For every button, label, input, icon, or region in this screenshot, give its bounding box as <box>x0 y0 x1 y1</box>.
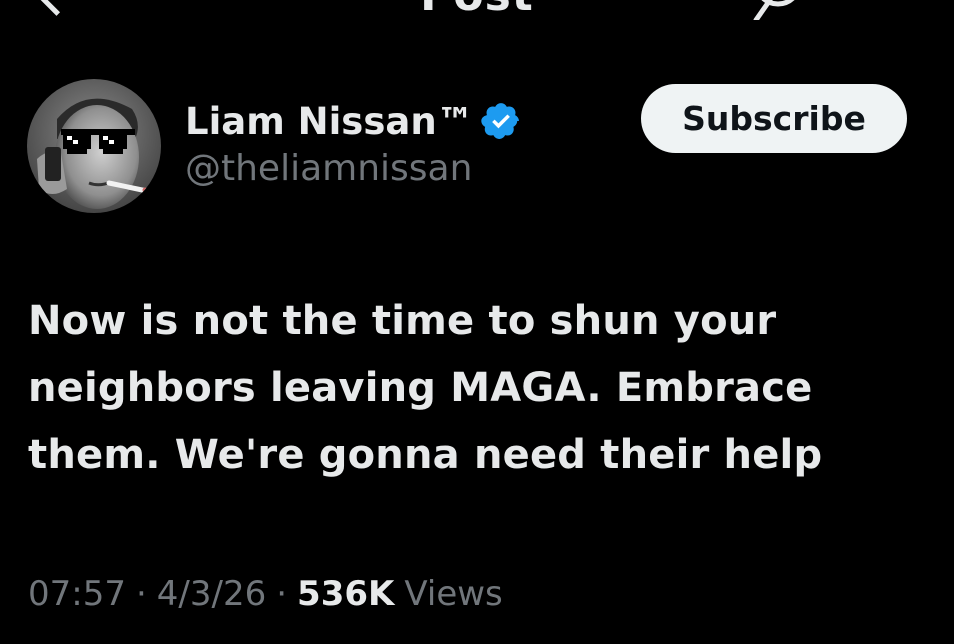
post-text: Now is not the time to shun your neighbo… <box>28 298 823 478</box>
top-navigation-bar: Post <box>0 0 954 20</box>
author-name[interactable]: Liam Nissan™ <box>185 100 474 143</box>
views-label[interactable]: Views <box>404 574 502 614</box>
meta-separator: · <box>135 574 147 614</box>
post-meta: 07:57 · 4/3/26 · 536K Views <box>28 574 503 614</box>
post-time[interactable]: 07:57 <box>28 574 126 614</box>
avatar[interactable] <box>27 79 161 213</box>
views-count[interactable]: 536K <box>297 574 394 614</box>
verified-badge-icon <box>480 103 519 139</box>
grok-icon[interactable] <box>748 0 808 20</box>
subscribe-button[interactable]: Subscribe <box>641 84 907 153</box>
avatar-image <box>27 79 161 213</box>
more-options-icon[interactable] <box>852 0 912 4</box>
author-name-row[interactable]: Liam Nissan™ <box>185 96 522 146</box>
post-date[interactable]: 4/3/26 <box>157 574 266 614</box>
meta-separator: · <box>276 574 288 614</box>
page-title: Post <box>0 0 954 20</box>
author-handle[interactable]: @theliamnissan <box>185 148 472 189</box>
